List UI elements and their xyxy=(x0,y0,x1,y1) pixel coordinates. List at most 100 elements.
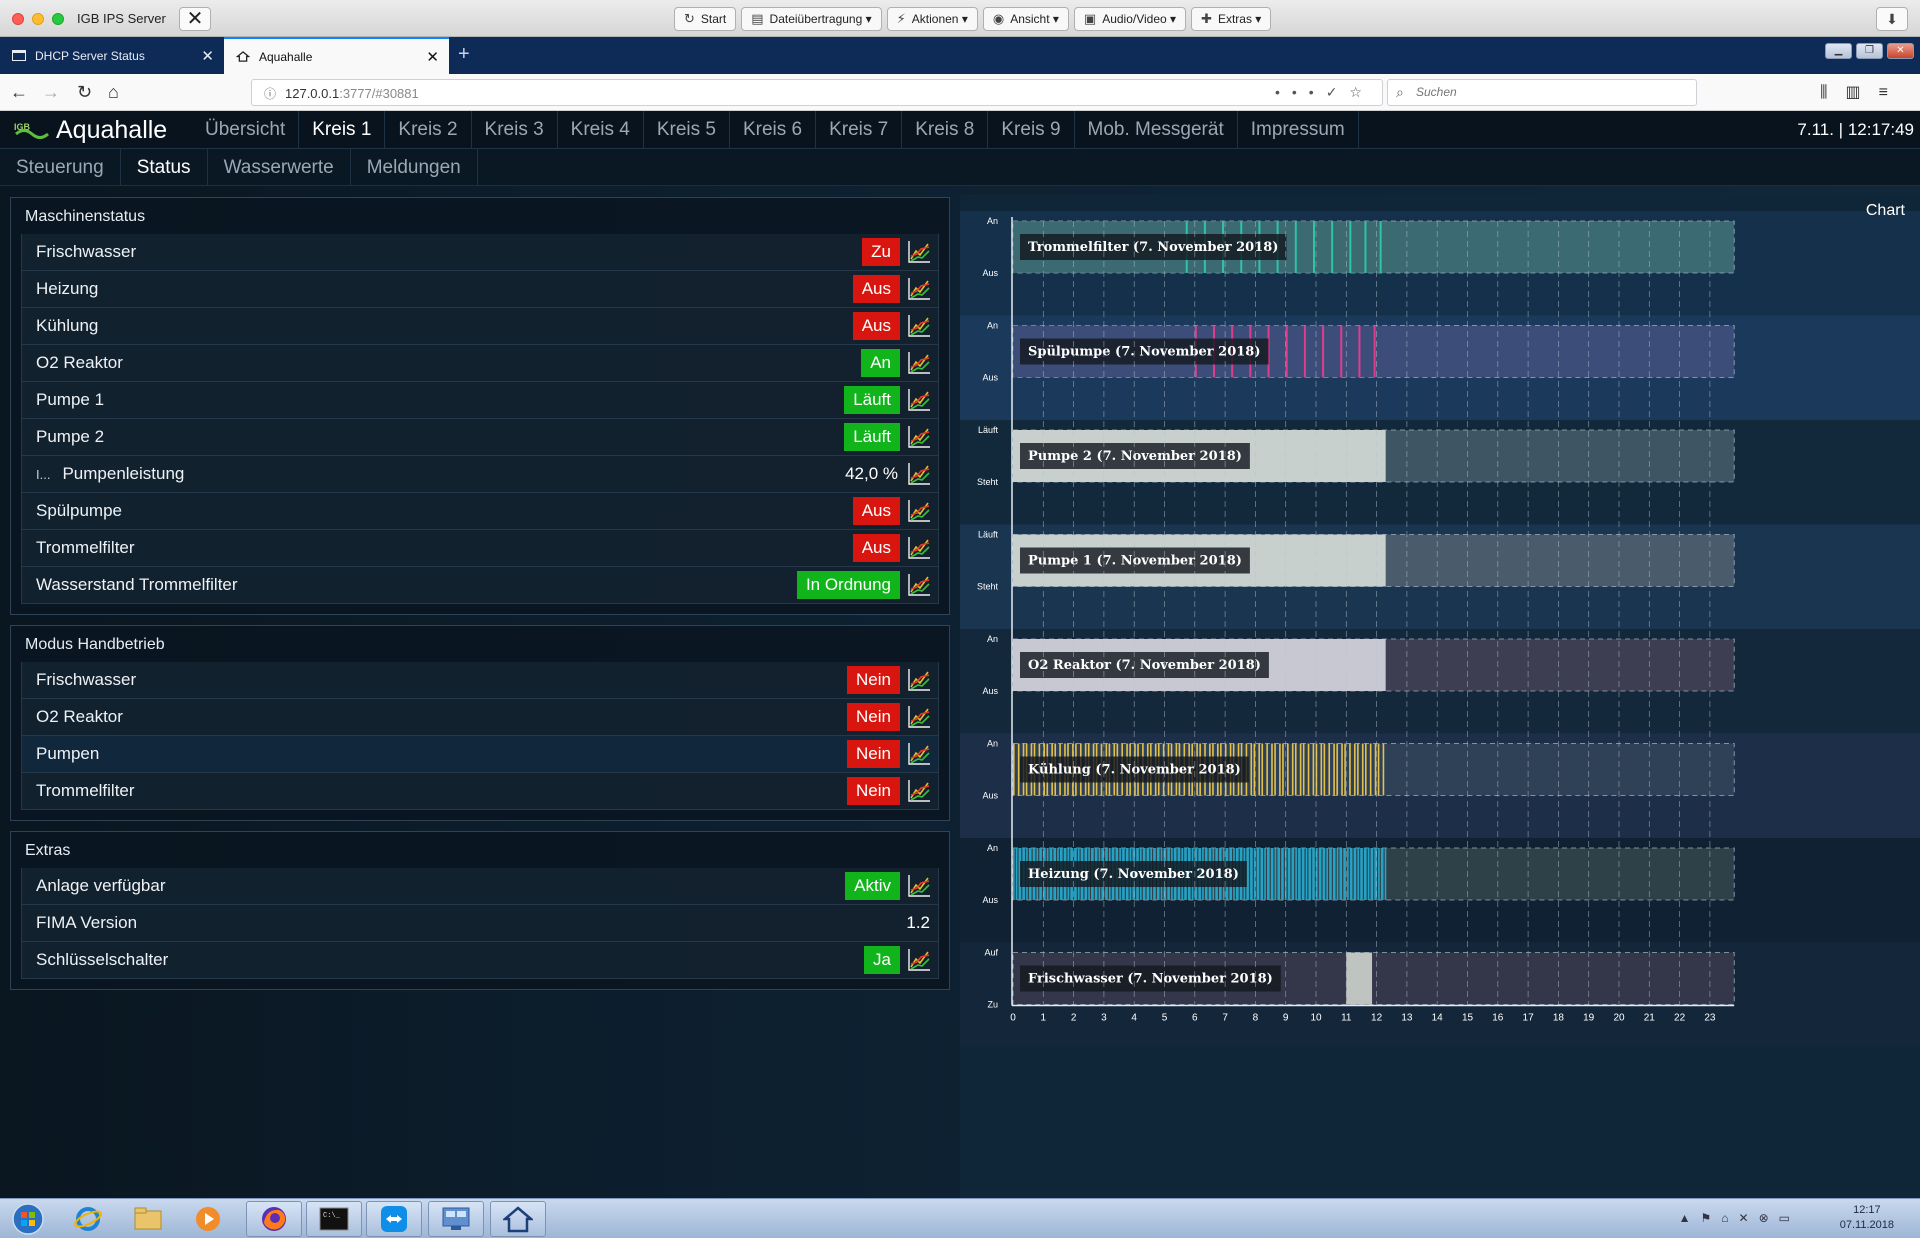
minimize-icon[interactable]: ▁ xyxy=(1825,43,1852,59)
series-pulse xyxy=(1250,743,1253,796)
chart-icon[interactable] xyxy=(906,498,932,524)
series-label: Frischwasser (7. November 2018) xyxy=(1028,972,1273,987)
remote-toolbar-button[interactable]: ↻ Start xyxy=(674,7,737,31)
row-label: Anlage verfügbar xyxy=(36,876,166,895)
sub-tab[interactable]: Wasserwerte xyxy=(208,149,351,186)
status-row: Kühlung Aus xyxy=(21,308,939,345)
y-label-on: An xyxy=(987,843,998,853)
remote-toolbar-button[interactable]: ⚡ Aktionen ▾ xyxy=(886,7,978,31)
explorer-folder-icon[interactable] xyxy=(120,1201,176,1237)
main-tab[interactable]: Impressum xyxy=(1238,111,1359,149)
series-pulse xyxy=(1349,221,1352,273)
new-tab-button[interactable]: + xyxy=(458,43,470,66)
remote-toolbar-button[interactable]: ✚ Extras ▾ xyxy=(1191,7,1272,31)
zoom-window-button[interactable] xyxy=(52,13,64,25)
main-tab[interactable]: Kreis 5 xyxy=(644,111,730,149)
chart-icon[interactable] xyxy=(906,667,932,693)
x-tick-label: 13 xyxy=(1401,1013,1413,1024)
close-tab-icon[interactable]: ✕ xyxy=(426,48,439,66)
main-tab[interactable]: Kreis 7 xyxy=(816,111,903,149)
main-tab[interactable]: Mob. Messgerät xyxy=(1075,111,1238,149)
taskbar-clock[interactable]: 12:17 07.11.2018 xyxy=(1840,1203,1894,1233)
series-pulse xyxy=(1323,743,1326,796)
series-pulse xyxy=(1364,848,1367,900)
chart-icon[interactable] xyxy=(906,387,932,413)
status-badge: Aktiv xyxy=(845,872,900,900)
home-icon[interactable] xyxy=(490,1201,546,1237)
series-pulse xyxy=(1247,848,1249,900)
firefox-icon[interactable] xyxy=(246,1201,302,1237)
control-panel-icon[interactable] xyxy=(428,1201,484,1237)
row-label: FIMA Version xyxy=(36,913,138,932)
close-session-button[interactable]: ✕ xyxy=(179,7,211,31)
internet-explorer-icon[interactable] xyxy=(60,1201,116,1237)
chart-icon[interactable] xyxy=(906,535,932,561)
remote-toolbar-button[interactable]: ◉ Ansicht ▾ xyxy=(982,7,1069,31)
status-row: Trommelfilter Nein xyxy=(21,773,939,810)
main-tab[interactable]: Kreis 8 xyxy=(902,111,989,149)
search-input[interactable] xyxy=(1416,85,1686,99)
start-orb-icon[interactable] xyxy=(0,1201,56,1237)
search-bar[interactable]: ⌕ xyxy=(1387,79,1697,106)
chart-icon[interactable] xyxy=(906,704,932,730)
chart-icon[interactable] xyxy=(906,778,932,804)
main-tab[interactable]: Kreis 6 xyxy=(730,111,817,149)
series-pulse xyxy=(1302,743,1305,796)
chart-icon[interactable] xyxy=(906,873,932,899)
main-tab[interactable]: Übersicht xyxy=(192,111,300,149)
sub-tab[interactable]: Steuerung xyxy=(0,149,121,186)
back-arrow-icon[interactable]: ← xyxy=(10,82,28,103)
series-pulse xyxy=(1274,743,1276,796)
chart-icon[interactable] xyxy=(906,424,932,450)
remote-toolbar-button[interactable]: ▤ Dateiübertragung ▾ xyxy=(741,7,882,31)
chart-icon[interactable] xyxy=(906,572,932,598)
status-row: Trommelfilter Aus xyxy=(21,530,939,567)
status-badge: Läuft xyxy=(844,423,900,451)
y-label-on: An xyxy=(987,216,998,226)
series-pulse xyxy=(1271,848,1274,900)
row-label: Pumpenleistung xyxy=(62,464,185,483)
info-icon[interactable]: ⓘ xyxy=(264,85,276,102)
y-label-off: Steht xyxy=(977,582,999,592)
browser-navbar: ← → ↻ ⌂ ⓘ 127.0.0.1:3777/#30881 •••✓☆ ⌕ … xyxy=(0,74,1920,111)
main-tab[interactable]: Kreis 4 xyxy=(558,111,644,149)
main-tab[interactable]: Kreis 3 xyxy=(472,111,558,149)
system-tray[interactable]: ▲⚑⌂✕⊗▭ xyxy=(1679,1211,1800,1225)
close-icon[interactable]: ✕ xyxy=(1887,43,1914,59)
sub-tab[interactable]: Status xyxy=(121,149,208,186)
chart-icon[interactable] xyxy=(906,461,932,487)
chart-icon[interactable] xyxy=(906,239,932,265)
chart-icon[interactable] xyxy=(906,350,932,376)
home-icon[interactable]: ⌂ xyxy=(108,82,119,103)
chart-icon[interactable] xyxy=(906,947,932,973)
taskbar-time: 12:17 xyxy=(1853,1204,1881,1216)
library-sidebar-menu-icons[interactable]: ⫼▥≡ xyxy=(1820,82,1906,102)
sub-tab[interactable]: Meldungen xyxy=(351,149,478,186)
minimize-window-button[interactable] xyxy=(32,13,44,25)
download-icon[interactable]: ⬇ xyxy=(1876,7,1908,31)
browser-tab-dhcp[interactable]: DHCP Server Status ✕ xyxy=(0,37,224,74)
forward-arrow-icon[interactable]: → xyxy=(42,82,60,103)
page-actions[interactable]: •••✓☆ xyxy=(1275,84,1374,101)
terminal-icon[interactable]: C:\_ xyxy=(306,1201,362,1237)
teamviewer-icon[interactable] xyxy=(366,1201,422,1237)
main-tab[interactable]: Kreis 9 xyxy=(988,111,1075,149)
remote-toolbar-button[interactable]: ▣ Audio/Video ▾ xyxy=(1073,7,1187,31)
reload-icon[interactable]: ↻ xyxy=(77,82,92,103)
close-tab-icon[interactable]: ✕ xyxy=(201,47,214,65)
chart-icon[interactable] xyxy=(906,313,932,339)
chart-area: Chart An Aus Trommelfilter (7. November 201… xyxy=(960,195,1920,1198)
browser-tab-aquahalle[interactable]: Aquahalle ✕ xyxy=(224,37,449,74)
series-pulse xyxy=(1313,848,1315,900)
restore-icon[interactable]: ❐ xyxy=(1856,43,1883,59)
main-tab[interactable]: Kreis 1 xyxy=(299,111,386,149)
status-panels: Maschinenstatus Frischwasser Zu Heizung Aus… xyxy=(10,197,950,1000)
chart-icon[interactable] xyxy=(906,276,932,302)
chart-icon[interactable] xyxy=(906,741,932,767)
media-player-icon[interactable] xyxy=(180,1201,236,1237)
close-window-button[interactable] xyxy=(12,13,24,25)
y-label-off: Aus xyxy=(982,686,998,696)
main-tab[interactable]: Kreis 2 xyxy=(385,111,472,149)
url-bar[interactable]: ⓘ 127.0.0.1:3777/#30881 •••✓☆ xyxy=(251,79,1383,106)
series-pulse xyxy=(1344,743,1346,796)
